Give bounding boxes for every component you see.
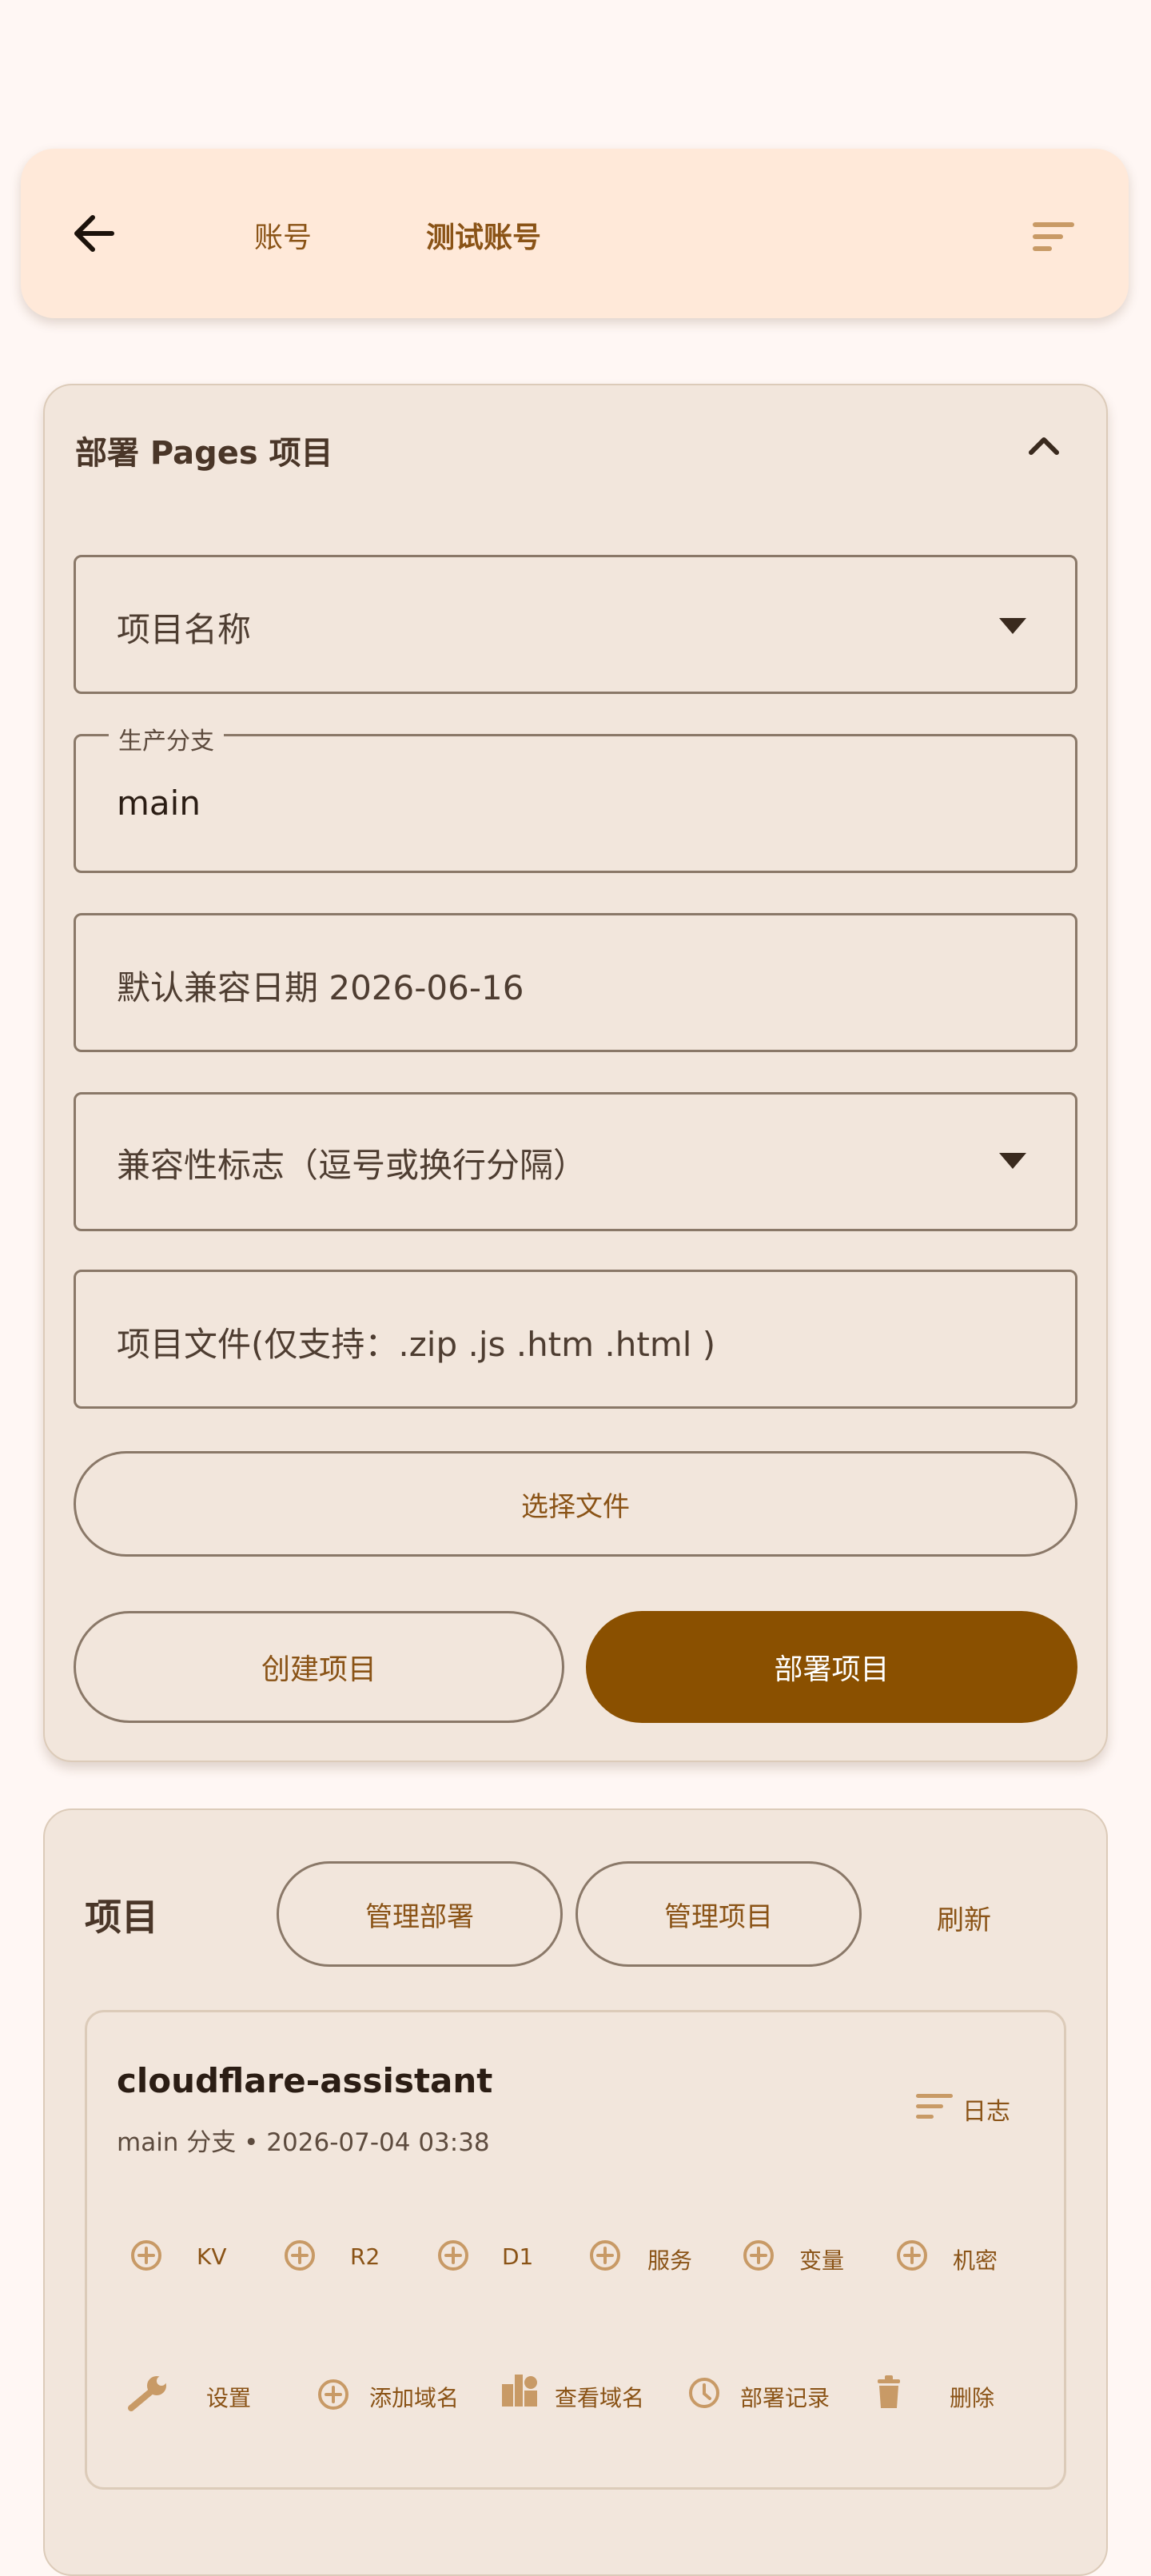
domain-icon[interactable] bbox=[500, 2373, 539, 2408]
manage-projects-button[interactable]: 管理项目 bbox=[576, 1861, 862, 1967]
choose-files-button[interactable]: 选择文件 bbox=[74, 1451, 1077, 1557]
tab-test-account[interactable]: 测试账号 bbox=[426, 214, 541, 256]
deploy-card-title: 部署 Pages 项目 bbox=[75, 435, 333, 472]
compat-date-text: 默认兼容日期 2026-06-16 bbox=[117, 968, 524, 1007]
add-circle-icon[interactable] bbox=[283, 2239, 317, 2272]
add-circle-icon[interactable] bbox=[129, 2239, 163, 2272]
wrench-icon[interactable] bbox=[126, 2375, 169, 2413]
binding-variables[interactable]: 变量 bbox=[799, 2243, 844, 2275]
add-circle-icon[interactable] bbox=[895, 2239, 929, 2272]
delete-action[interactable]: 删除 bbox=[950, 2381, 994, 2413]
dropdown-caret-icon[interactable] bbox=[999, 618, 1026, 634]
production-branch-value: main bbox=[117, 784, 201, 823]
top-app-bar bbox=[21, 149, 1129, 318]
binding-service[interactable]: 服务 bbox=[647, 2243, 692, 2275]
binding-d1[interactable]: D1 bbox=[502, 2243, 533, 2270]
project-files-placeholder: 项目文件(仅支持：.zip .js .htm .html ) bbox=[117, 1325, 716, 1364]
trash-icon[interactable] bbox=[874, 2375, 903, 2410]
log-icon[interactable] bbox=[916, 2093, 953, 2120]
binding-secrets[interactable]: 机密 bbox=[953, 2243, 998, 2275]
settings-action[interactable]: 设置 bbox=[206, 2381, 251, 2413]
log-button[interactable]: 日志 bbox=[962, 2092, 1010, 2127]
production-branch-field[interactable] bbox=[74, 734, 1077, 873]
production-branch-label: 生产分支 bbox=[109, 721, 224, 756]
binding-kv[interactable]: KV bbox=[197, 2243, 227, 2270]
project-name: cloudflare-assistant bbox=[117, 2061, 493, 2100]
dropdown-caret-icon[interactable] bbox=[999, 1153, 1026, 1169]
project-meta: main 分支 • 2026-07-04 03:38 bbox=[117, 2128, 490, 2157]
add-circle-icon[interactable] bbox=[436, 2239, 470, 2272]
project-name-placeholder: 项目名称 bbox=[117, 610, 252, 649]
deploy-history-action[interactable]: 部署记录 bbox=[740, 2381, 830, 2413]
chevron-up-icon[interactable] bbox=[1022, 424, 1066, 469]
manage-deployments-button[interactable]: 管理部署 bbox=[277, 1861, 563, 1967]
create-project-button[interactable]: 创建项目 bbox=[74, 1611, 564, 1723]
refresh-button[interactable]: 刷新 bbox=[937, 1898, 991, 1937]
add-circle-icon[interactable] bbox=[317, 2378, 350, 2411]
add-circle-icon[interactable] bbox=[588, 2239, 622, 2272]
back-arrow-icon[interactable] bbox=[70, 209, 118, 257]
tab-account[interactable]: 账号 bbox=[254, 214, 312, 256]
view-domains-action[interactable]: 查看域名 bbox=[555, 2381, 644, 2413]
projects-title: 项目 bbox=[85, 1896, 158, 1939]
history-icon[interactable] bbox=[687, 2376, 721, 2410]
add-circle-icon[interactable] bbox=[742, 2239, 775, 2272]
compat-flags-placeholder: 兼容性标志（逗号或换行分隔） bbox=[117, 1146, 587, 1185]
sort-menu-icon[interactable] bbox=[1033, 221, 1076, 253]
binding-r2[interactable]: R2 bbox=[350, 2243, 380, 2270]
deploy-project-button[interactable]: 部署项目 bbox=[586, 1611, 1077, 1723]
add-domain-action[interactable]: 添加域名 bbox=[369, 2381, 459, 2413]
